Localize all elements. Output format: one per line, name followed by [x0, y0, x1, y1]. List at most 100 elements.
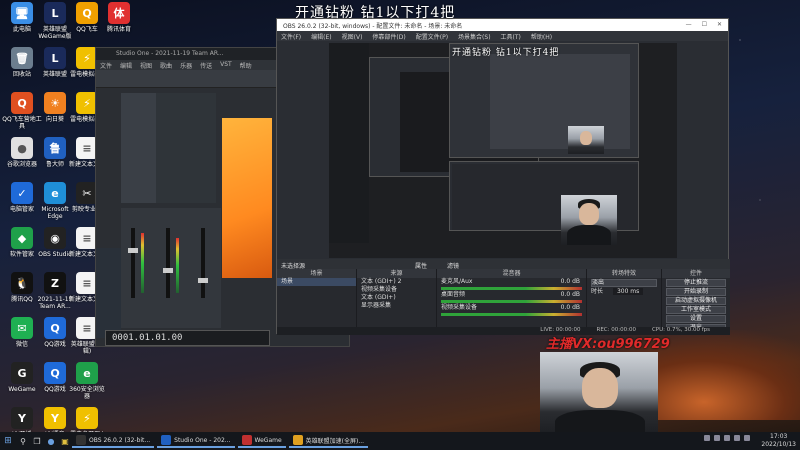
nested-webcam: [568, 126, 604, 154]
scene-item[interactable]: 场景: [277, 278, 356, 286]
streamer-contact: 主播VX:ou996729: [546, 337, 670, 352]
studio-one-mixer: [121, 208, 221, 328]
transition-select[interactable]: 淡出: [591, 279, 657, 287]
mixer-channel-db: 0.0 dB: [560, 278, 580, 285]
source-toolbar: 未选择源 属性 滤镜: [277, 259, 730, 270]
start-icon[interactable]: ⊞: [0, 436, 16, 446]
menu-item[interactable]: 乐器: [180, 61, 192, 70]
control-button[interactable]: 设置: [666, 315, 726, 323]
stream-overlay-title: 开通钻粉 钻1以下打4把: [295, 5, 456, 21]
mixer-channel-name: 视频采集设备: [441, 304, 478, 311]
app-icon: Z: [44, 272, 66, 294]
menu-item[interactable]: 传送: [200, 61, 212, 70]
app-icon: e: [76, 362, 98, 384]
menu-item[interactable]: 视图: [140, 61, 152, 70]
source-item[interactable]: 视频采集设备: [357, 286, 436, 294]
minimize-icon[interactable]: —: [686, 21, 692, 29]
obs-window[interactable]: OBS 26.0.2 (32-bit, windows) - 配置文件: 未命名…: [276, 18, 730, 335]
app-icon: ◉: [44, 227, 66, 249]
nested-capture-2: [449, 43, 639, 158]
app-icon: L: [44, 2, 66, 24]
menu-item[interactable]: 文件(F): [281, 32, 301, 41]
mixer-channel-db: 0.0 dB: [560, 291, 580, 298]
filters-button[interactable]: 滤镜: [447, 261, 459, 270]
taskbar-item[interactable]: OBS 26.0.2 (32-bit...: [72, 434, 155, 448]
duration-input[interactable]: 300 ms: [612, 288, 644, 295]
desktop-icon-label: 360安全浏览器: [69, 386, 105, 400]
close-icon[interactable]: ✕: [717, 21, 722, 29]
app-icon: ◆: [11, 227, 33, 249]
taskbar-app-icon: [161, 435, 172, 445]
studio-one-panel: [156, 93, 216, 203]
scenes-header: 场景: [277, 269, 356, 278]
folder-pin-icon[interactable]: ▣: [58, 437, 72, 446]
webcam-preview: [561, 195, 617, 245]
app-icon: Y: [44, 407, 66, 429]
clock-date: 2022/10/13: [761, 441, 796, 448]
taskbar-item-label: 英雄联盟加速(全屏)...: [305, 437, 365, 445]
control-button[interactable]: 停止推流: [666, 279, 726, 287]
taskbar-item[interactable]: 英雄联盟加速(全屏)...: [288, 434, 369, 448]
app-icon: 鲁: [44, 137, 66, 159]
nested-desktop-strip: [329, 43, 369, 243]
volume-meter[interactable]: [441, 313, 582, 316]
desktop-icon[interactable]: e 360安全浏览器: [67, 362, 107, 400]
control-button[interactable]: 启动虚拟摄像机: [666, 297, 726, 305]
taskbar-app-icon: [292, 435, 303, 445]
obs-preview[interactable]: [329, 43, 677, 258]
taskbar-item[interactable]: Studio One - 202...: [157, 434, 235, 448]
controls-dock: 控件 停止推流开始录制启动虚拟摄像机工作室模式设置退出: [662, 269, 730, 335]
game-advert: [222, 118, 272, 278]
taskbar-item[interactable]: WeGame: [237, 434, 286, 448]
desktop-icon[interactable]: 体腾讯体育: [99, 2, 139, 33]
menu-item[interactable]: 场景集合(S): [458, 32, 491, 41]
taskbar-item-label: Studio One - 202...: [174, 436, 231, 444]
transitions-header: 转场特效: [587, 269, 661, 278]
source-item[interactable]: 文本 (GDI+) 2: [357, 278, 436, 286]
obs-menu: 文件(F) 编辑(E) 视图(V) 停靠部件(D) 配置文件(P) 场景集合(S) 工具(T…: [277, 31, 728, 41]
volume-meter[interactable]: [441, 300, 582, 303]
search-icon[interactable]: ⚲: [16, 437, 30, 446]
app-icon: Q: [76, 2, 98, 24]
streamer-webcam: [540, 352, 658, 432]
obs-docks: 未选择源 属性 滤镜 场景 场景 来源 文本 (GDI+) 2 视频采集设备 文本 …: [277, 259, 730, 335]
window-controls: — ☐ ✕: [686, 21, 722, 29]
control-button[interactable]: 开始录制: [666, 288, 726, 296]
menu-item[interactable]: 工具(T): [501, 32, 521, 41]
app-icon: ✉: [11, 317, 33, 339]
maximize-icon[interactable]: ☐: [702, 21, 707, 29]
menu-item[interactable]: 编辑: [120, 61, 132, 70]
source-item[interactable]: 文本 (GDI+): [357, 294, 436, 302]
app-icon: ●: [11, 137, 33, 159]
menu-item[interactable]: 帮助(H): [531, 32, 552, 41]
menu-item[interactable]: VST: [220, 61, 232, 69]
task-view-icon[interactable]: ❐: [30, 437, 44, 446]
scenes-dock: 场景 场景: [277, 269, 357, 335]
transition-duration: 时长 300 ms: [587, 288, 661, 296]
browser-pin-icon[interactable]: ●: [44, 437, 58, 446]
menu-item[interactable]: 歌曲: [160, 61, 172, 70]
mixer-channel: 桌面音频 0.0 dB: [437, 291, 586, 299]
sources-header: 来源: [357, 269, 436, 278]
menu-item[interactable]: 帮助: [240, 61, 252, 70]
app-icon: Q: [44, 317, 66, 339]
properties-button[interactable]: 属性: [415, 261, 427, 270]
system-tray[interactable]: [704, 435, 750, 441]
duration-label: 时长: [591, 288, 604, 295]
studio-one-sidebar: [96, 248, 121, 338]
source-item[interactable]: 显示器采集: [357, 302, 436, 310]
volume-meter[interactable]: [441, 287, 582, 290]
clock[interactable]: 17:03 2022/10/13: [761, 433, 796, 449]
menu-item[interactable]: 视图(V): [342, 32, 363, 41]
mixer-dock: 混音器 麦克风/Aux 0.0 dB 桌面音频 0.0 dB 视频采集设备 0.0 dB: [437, 269, 587, 335]
app-icon: Q: [44, 362, 66, 384]
mixer-channel: 麦克风/Aux 0.0 dB: [437, 278, 586, 286]
studio-one-transport-time: 0001.01.01.00: [105, 330, 270, 346]
mixer-channel-db: 0.0 dB: [560, 304, 580, 311]
control-button[interactable]: 工作室模式: [666, 306, 726, 314]
taskbar-item-label: WeGame: [254, 436, 282, 444]
menu-item[interactable]: 文件: [100, 61, 112, 70]
menu-item[interactable]: 编辑(E): [311, 32, 331, 41]
menu-item[interactable]: 停靠部件(D): [372, 32, 405, 41]
menu-item[interactable]: 配置文件(P): [416, 32, 448, 41]
